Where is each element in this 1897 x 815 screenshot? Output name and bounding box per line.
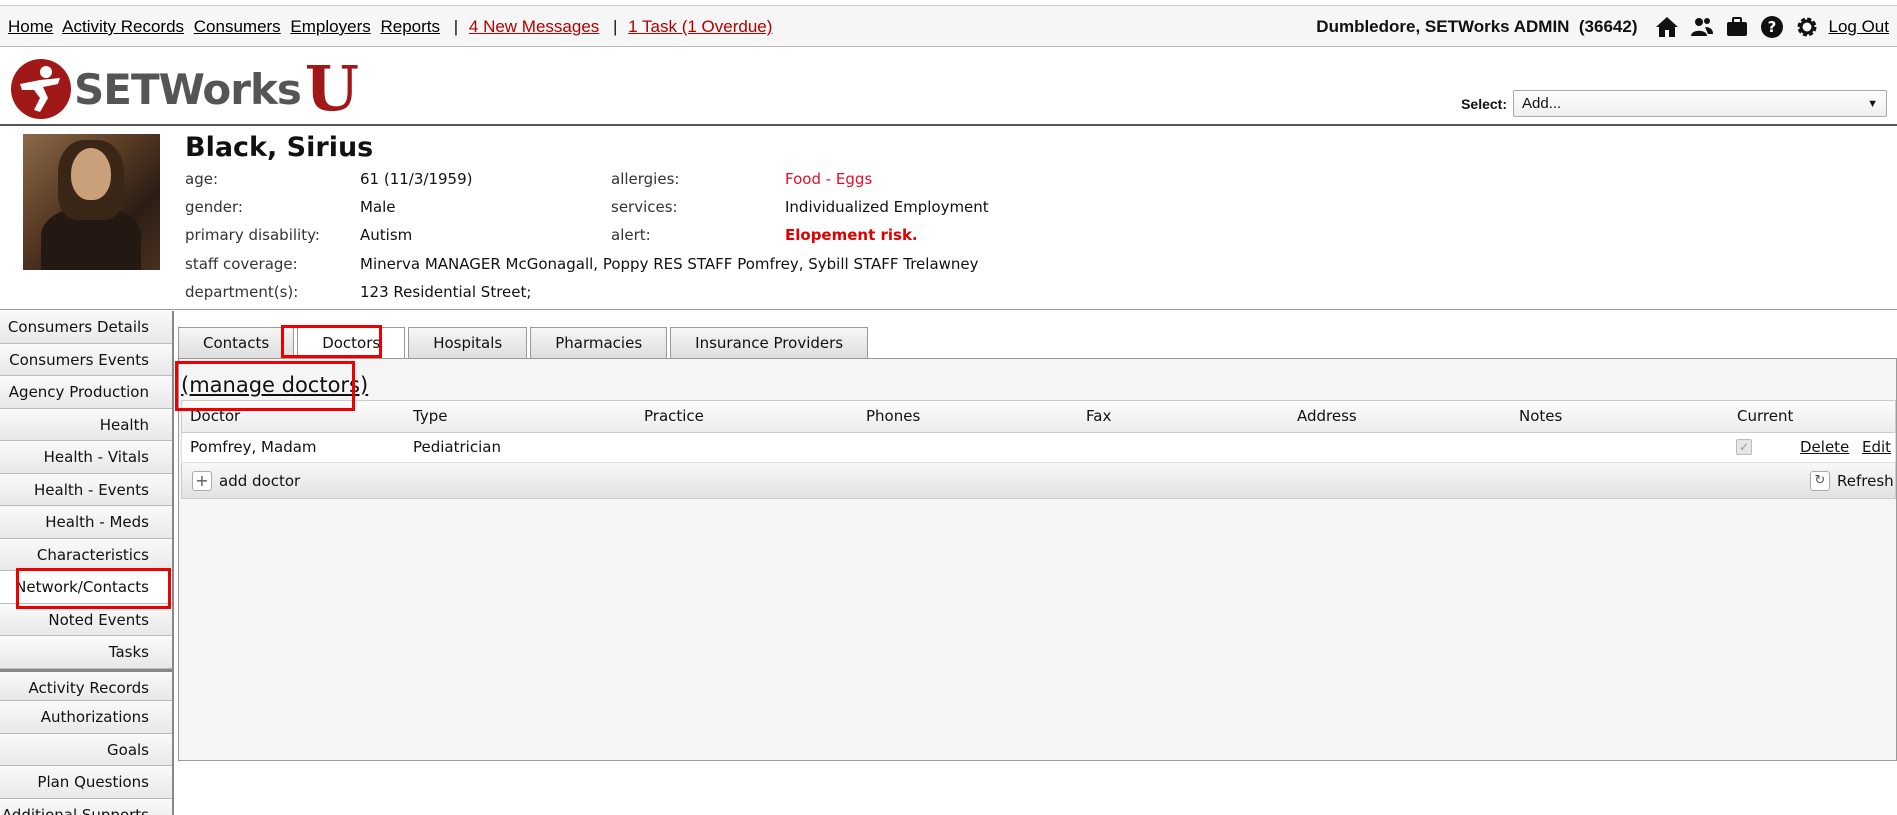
sidebar-item-health-meds[interactable]: Health - Meds [0,506,172,539]
highlight-manage-doctors [175,361,355,411]
gear-icon[interactable] [1793,15,1821,39]
tasks-link[interactable]: 1 Task (1 Overdue) [628,17,772,36]
logout-link[interactable]: Log Out [1829,17,1890,37]
briefcase-icon[interactable] [1723,15,1751,39]
current-checkbox[interactable]: ✓ [1736,439,1752,455]
side-menu: Consumers Details Consumers Events Agenc… [0,311,174,815]
age-value: 61 (11/3/1959) [360,170,473,188]
tab-hospitals[interactable]: Hospitals [408,327,528,358]
consumer-profile-header: Black, Sirius age: 61 (11/3/1959) gender… [0,128,1897,310]
nav-separator: | [453,17,459,36]
sidebar-item-consumers-details[interactable]: Consumers Details [0,311,172,344]
table-row[interactable]: Pomfrey, Madam Pediatrician ✓ Delete Edi… [181,433,1896,463]
sidebar-item-tasks[interactable]: Tasks [0,636,172,669]
sidebar-item-activity-records[interactable]: Activity Records [0,668,172,701]
sidebar-item-health[interactable]: Health [0,408,172,441]
sidebar-item-agency-production[interactable]: Agency Production [0,376,172,409]
sidebar-item-consumers-events[interactable]: Consumers Events [0,343,172,376]
services-label: services: [611,198,678,216]
services-value: Individualized Employment [785,198,989,216]
setworks-logo[interactable]: SETWorks U [10,58,359,120]
highlight-doctors-tab [281,325,382,358]
add-select-dropdown[interactable]: Add... ▼ [1513,90,1887,117]
tab-insurance-providers[interactable]: Insurance Providers [670,327,869,358]
delete-link[interactable]: Delete [1800,433,1849,462]
logo-row: SETWorks U Select: Add... ▼ [0,48,1897,126]
column-header-type[interactable]: Type [413,401,447,432]
nav-employers-link[interactable]: Employers [290,17,370,36]
user-area: Dumbledore, SETWorks ADMIN (36642) ? Log… [1316,15,1889,39]
allergies-value: Food - Eggs [785,170,873,188]
alert-label: alert: [611,226,651,244]
doctor-type: Pediatrician [413,438,501,456]
disability-label: primary disability: [185,226,320,244]
sidebar-item-additional-supports[interactable]: Additional Supports [0,798,172,815]
select-label: Select: [1461,95,1507,112]
disability-value: Autism [360,226,413,244]
department-value: 123 Residential Street; [360,283,532,301]
refresh-icon[interactable]: ↻ [1810,471,1830,491]
plus-icon[interactable]: + [192,471,212,491]
nav-activity-records-link[interactable]: Activity Records [62,17,184,36]
consumer-photo [23,134,160,270]
add-doctor-button[interactable]: add doctor [219,464,300,498]
tab-contacts[interactable]: Contacts [178,327,295,358]
highlight-network-contacts [16,568,171,609]
gender-value: Male [360,198,396,216]
column-header-practice[interactable]: Practice [644,401,704,432]
column-header-phones[interactable]: Phones [866,401,920,432]
department-label: department(s): [185,283,299,301]
sidebar-item-characteristics[interactable]: Characteristics [0,538,172,571]
column-header-current[interactable]: Current [1737,401,1793,432]
chevron-down-icon: ▼ [1867,97,1878,110]
select-value: Add... [1522,95,1562,112]
sidebar-item-authorizations[interactable]: Authorizations [0,701,172,734]
nav-separator: | [613,17,618,36]
logo-figure-icon [11,59,71,119]
nav-home-link[interactable]: Home [8,17,53,36]
user-name: Dumbledore, SETWorks ADMIN (36642) [1316,17,1638,36]
grid-header: Doctor Type Practice Phones Fax Address … [181,400,1896,433]
sidebar-item-health-vitals[interactable]: Health - Vitals [0,441,172,474]
edit-link[interactable]: Edit [1862,433,1891,462]
refresh-button[interactable]: Refresh [1837,464,1894,498]
doctors-panel: (manage doctors) Doctor Type Practice Ph… [178,358,1897,761]
age-label: age: [185,170,218,188]
grid-footer: + add doctor ↻ Refresh [181,463,1896,499]
alert-value: Elopement risk. [785,226,918,244]
svg-text:?: ? [1767,18,1776,36]
tab-pharmacies[interactable]: Pharmacies [530,327,668,358]
coverage-label: staff coverage: [185,255,298,273]
consumer-name: Black, Sirius [185,132,374,163]
nav-consumers-link[interactable]: Consumers [194,17,281,36]
help-icon[interactable]: ? [1758,15,1786,39]
main-nav: Home Activity Records Consumers Employer… [8,17,777,37]
messages-link[interactable]: 4 New Messages [469,17,599,36]
logo-text: SETWorks [74,64,302,114]
users-icon[interactable] [1688,15,1716,39]
column-header-notes[interactable]: Notes [1519,401,1562,432]
allergies-label: allergies: [611,170,680,188]
column-header-fax[interactable]: Fax [1086,401,1111,432]
add-select-area: Select: Add... ▼ [1461,90,1887,117]
home-icon[interactable] [1653,15,1681,39]
doctors-grid: Doctor Type Practice Phones Fax Address … [181,400,1896,499]
logo-letter: U [304,52,359,125]
sidebar-item-goals[interactable]: Goals [0,733,172,766]
column-header-address[interactable]: Address [1297,401,1357,432]
coverage-value: Minerva MANAGER McGonagall, Poppy RES ST… [360,255,979,273]
sidebar-item-health-events[interactable]: Health - Events [0,473,172,506]
gender-label: gender: [185,198,243,216]
doctor-name: Pomfrey, Madam [190,438,317,456]
top-navigation-bar: Home Activity Records Consumers Employer… [0,5,1897,47]
nav-reports-link[interactable]: Reports [380,17,440,36]
sidebar-item-plan-questions[interactable]: Plan Questions [0,766,172,799]
